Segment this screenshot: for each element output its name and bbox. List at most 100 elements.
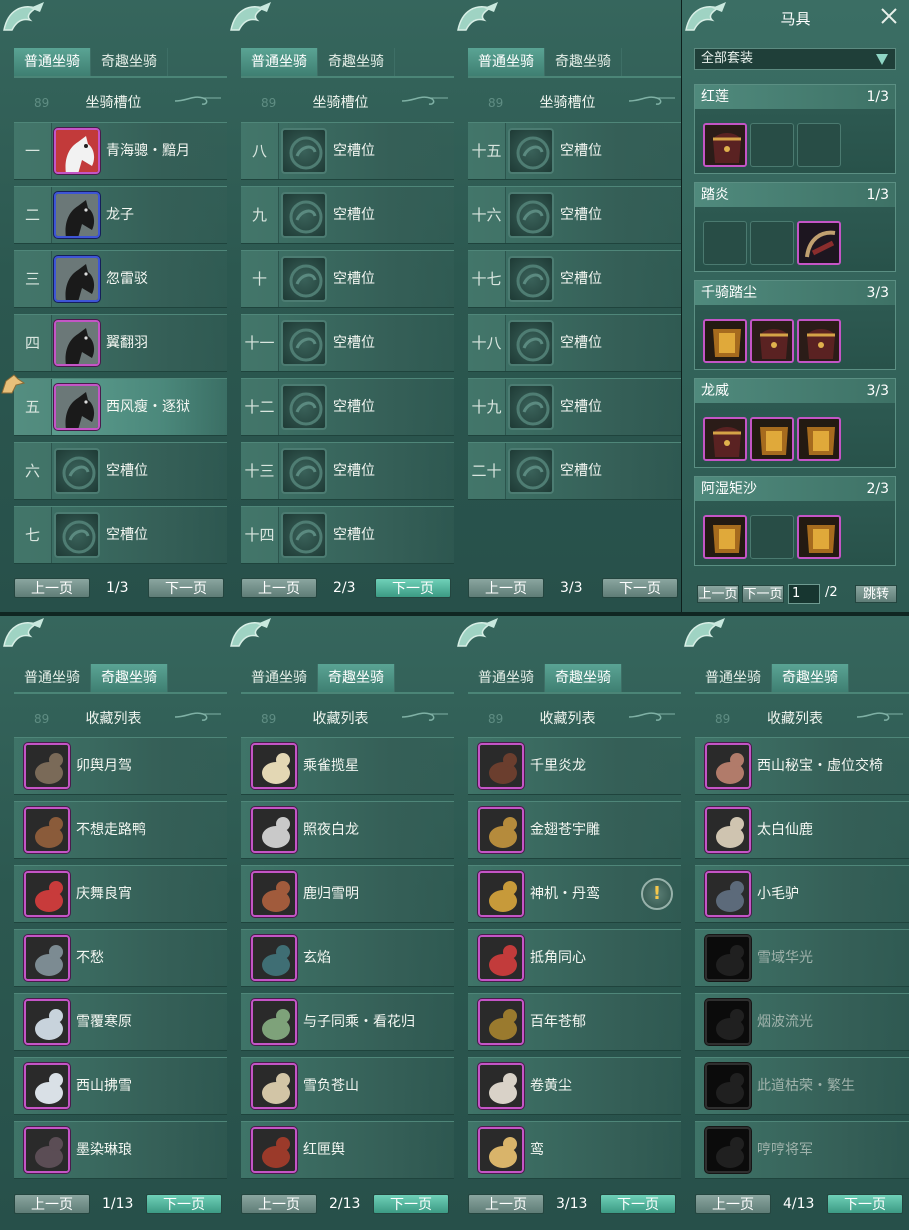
- mount-list-item[interactable]: 西山拂雪: [14, 1057, 227, 1115]
- tack-prev-page-button[interactable]: 上一页: [697, 585, 739, 603]
- next-page-button[interactable]: 下一页: [373, 1194, 449, 1214]
- tab-fun-mounts[interactable]: 奇趣坐骑: [545, 664, 622, 692]
- mount-slot-row[interactable]: 十七 空槽位: [468, 250, 681, 308]
- mount-slot-row[interactable]: 二十 空槽位: [468, 442, 681, 500]
- tab-fun-mounts[interactable]: 奇趣坐骑: [91, 664, 168, 692]
- mount-slot-row[interactable]: 十三 空槽位: [241, 442, 454, 500]
- next-page-button[interactable]: 下一页: [600, 1194, 676, 1214]
- mount-list-item[interactable]: 神机・丹鸾!: [468, 865, 681, 923]
- tab-normal-mounts[interactable]: 普通坐骑: [695, 664, 772, 692]
- mount-slot-row[interactable]: 二 龙子: [14, 186, 227, 244]
- tab-normal-mounts[interactable]: 普通坐骑: [241, 48, 318, 76]
- mount-list-item[interactable]: 此道枯荣・繁生: [695, 1057, 909, 1115]
- saddle-icon[interactable]: [750, 319, 794, 363]
- mount-list-item[interactable]: 鸾: [468, 1121, 681, 1179]
- mount-slot-row[interactable]: 四 翼翻羽: [14, 314, 227, 372]
- armor-icon[interactable]: [750, 417, 794, 461]
- next-page-button[interactable]: 下一页: [375, 578, 451, 598]
- pagination: 上一页 1/13 下一页: [0, 1192, 227, 1216]
- mount-list-item[interactable]: 千里炎龙: [468, 737, 681, 795]
- prev-page-button[interactable]: 上一页: [468, 1194, 544, 1214]
- armor-icon[interactable]: [797, 417, 841, 461]
- tab-normal-mounts[interactable]: 普通坐骑: [468, 664, 545, 692]
- mount-slot-row[interactable]: 十二 空槽位: [241, 378, 454, 436]
- mount-slot-row[interactable]: 九 空槽位: [241, 186, 454, 244]
- mount-list-item[interactable]: 抵角同心: [468, 929, 681, 987]
- mount-list-item[interactable]: 玄焰: [241, 929, 454, 987]
- mount-list-item[interactable]: 雪负苍山: [241, 1057, 454, 1115]
- bridle-icon[interactable]: [797, 221, 841, 265]
- tab-fun-mounts[interactable]: 奇趣坐骑: [318, 48, 395, 76]
- mount-slot-row[interactable]: 十九 空槽位: [468, 378, 681, 436]
- mount-list-item[interactable]: 金翅苍宇雕: [468, 801, 681, 859]
- prev-page-button[interactable]: 上一页: [468, 578, 544, 598]
- mount-list-item[interactable]: 烟波流光: [695, 993, 909, 1051]
- empty-tack-slot[interactable]: [750, 123, 794, 167]
- next-page-button[interactable]: 下一页: [148, 578, 224, 598]
- mount-list-item[interactable]: 不愁: [14, 929, 227, 987]
- mount-list-item[interactable]: 卯舆月驾: [14, 737, 227, 795]
- mount-list-item[interactable]: 乘雀揽星: [241, 737, 454, 795]
- mount-slot-row[interactable]: 六 空槽位: [14, 442, 227, 500]
- saddle-icon[interactable]: [797, 319, 841, 363]
- next-page-button[interactable]: 下一页: [827, 1194, 903, 1214]
- mount-slot-row[interactable]: 三 忽雷驳: [14, 250, 227, 308]
- mount-list-item[interactable]: 小毛驴: [695, 865, 909, 923]
- mount-list-item[interactable]: 庆舞良宵: [14, 865, 227, 923]
- armor-icon[interactable]: [703, 319, 747, 363]
- prev-page-button[interactable]: 上一页: [695, 1194, 771, 1214]
- tab-fun-mounts[interactable]: 奇趣坐骑: [91, 48, 168, 76]
- prev-page-button[interactable]: 上一页: [241, 578, 317, 598]
- jump-button[interactable]: 跳转: [855, 585, 897, 603]
- armor-icon[interactable]: [703, 515, 747, 559]
- mount-list-item[interactable]: 墨染琳琅: [14, 1121, 227, 1179]
- close-icon[interactable]: [879, 6, 899, 26]
- mount-slot-row[interactable]: 十 空槽位: [241, 250, 454, 308]
- prev-page-button[interactable]: 上一页: [14, 578, 90, 598]
- mount-slot-row[interactable]: 一 青海骢・黯月: [14, 122, 227, 180]
- mount-list-item[interactable]: 不想走路鸭: [14, 801, 227, 859]
- prev-page-button[interactable]: 上一页: [241, 1194, 317, 1214]
- set-filter-dropdown[interactable]: 全部套装: [694, 48, 896, 70]
- armor-icon[interactable]: [797, 515, 841, 559]
- tab-fun-mounts[interactable]: 奇趣坐骑: [318, 664, 395, 692]
- mount-slot-row[interactable]: 十五 空槽位: [468, 122, 681, 180]
- empty-tack-slot[interactable]: [750, 515, 794, 559]
- mount-slot-row[interactable]: 十八 空槽位: [468, 314, 681, 372]
- mount-slot-row[interactable]: 八 空槽位: [241, 122, 454, 180]
- tack-next-page-button[interactable]: 下一页: [742, 585, 784, 603]
- mount-slot-row[interactable]: 七 空槽位: [14, 506, 227, 564]
- mount-list-item[interactable]: 鹿归雪明: [241, 865, 454, 923]
- mount-slot-row[interactable]: 十四 空槽位: [241, 506, 454, 564]
- tab-normal-mounts[interactable]: 普通坐骑: [14, 664, 91, 692]
- mount-list-item[interactable]: 百年苍郁: [468, 993, 681, 1051]
- mount-list-item[interactable]: 红匣舆: [241, 1121, 454, 1179]
- mount-slot-row[interactable]: 十六 空槽位: [468, 186, 681, 244]
- next-page-button[interactable]: 下一页: [602, 578, 678, 598]
- alert-icon[interactable]: !: [641, 878, 673, 910]
- page-number-input[interactable]: 1: [788, 584, 820, 604]
- mount-slot-row[interactable]: 十一 空槽位: [241, 314, 454, 372]
- saddle-icon[interactable]: [703, 417, 747, 461]
- tab-fun-mounts[interactable]: 奇趣坐骑: [545, 48, 622, 76]
- prev-page-button[interactable]: 上一页: [14, 1194, 90, 1214]
- mount-list-item[interactable]: 哼哼将军: [695, 1121, 909, 1179]
- mount-list-item[interactable]: 照夜白龙: [241, 801, 454, 859]
- empty-tack-slot[interactable]: [797, 123, 841, 167]
- mount-slot-row[interactable]: 五西风瘦・逐狱: [1, 374, 227, 436]
- empty-tack-slot[interactable]: [750, 221, 794, 265]
- saddle-icon[interactable]: [703, 123, 747, 167]
- mount-list-item[interactable]: 雪覆寒原: [14, 993, 227, 1051]
- mount-name: 雪负苍山: [303, 1078, 359, 1094]
- mount-list-item[interactable]: 卷黄尘: [468, 1057, 681, 1115]
- tab-normal-mounts[interactable]: 普通坐骑: [14, 48, 91, 76]
- mount-list-item[interactable]: 太白仙鹿: [695, 801, 909, 859]
- mount-list-item[interactable]: 与子同乘・看花归: [241, 993, 454, 1051]
- mount-list-item[interactable]: 西山秘宝・虚位交椅: [695, 737, 909, 795]
- tab-fun-mounts[interactable]: 奇趣坐骑: [772, 664, 849, 692]
- empty-tack-slot[interactable]: [703, 221, 747, 265]
- tab-normal-mounts[interactable]: 普通坐骑: [468, 48, 545, 76]
- mount-list-item[interactable]: 雪域华光: [695, 929, 909, 987]
- tab-normal-mounts[interactable]: 普通坐骑: [241, 664, 318, 692]
- next-page-button[interactable]: 下一页: [146, 1194, 222, 1214]
